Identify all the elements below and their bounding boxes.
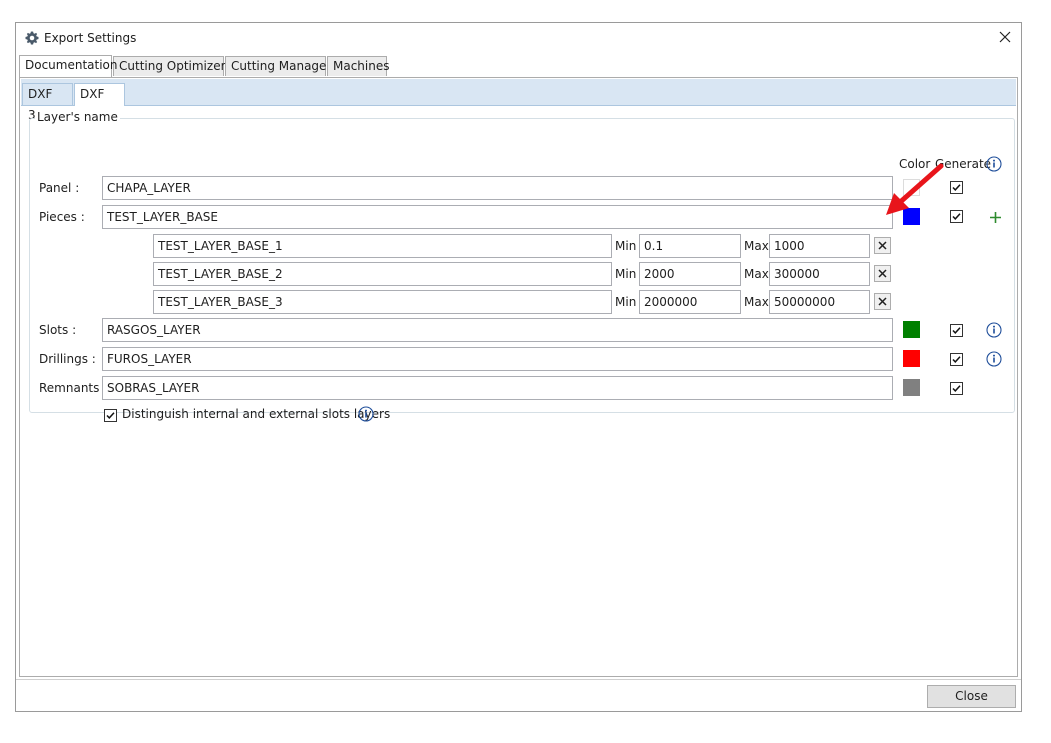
- close-icon: [999, 31, 1011, 43]
- remnants-label: Remnants :: [39, 381, 108, 395]
- remnants-layer-input[interactable]: SOBRAS_LAYER: [102, 376, 893, 400]
- remnants-generate-checkbox[interactable]: [950, 382, 963, 395]
- close-icon: [878, 241, 887, 250]
- pieces-label: Pieces :: [39, 210, 85, 224]
- sublayer-min-input[interactable]: 0.1: [639, 234, 741, 258]
- info-icon[interactable]: [986, 156, 1002, 172]
- close-icon: [878, 297, 887, 306]
- tab-dxf-2d[interactable]: DXF 2D: [74, 83, 125, 122]
- dialog-footer: Close: [16, 679, 1021, 712]
- max-label: Max: [744, 267, 769, 281]
- window-title: Export Settings: [44, 31, 137, 45]
- slots-label: Slots :: [39, 323, 77, 337]
- tab-cutting-manager[interactable]: Cutting Manager: [225, 56, 331, 76]
- remnants-color-swatch[interactable]: [903, 379, 920, 396]
- sublayer-max-input[interactable]: 300000: [769, 262, 870, 286]
- drillings-layer-input[interactable]: FUROS_LAYER: [102, 347, 893, 371]
- drillings-label: Drillings :: [39, 352, 96, 366]
- sub-tabs: DXF 3D DXF 2D: [21, 79, 1016, 122]
- tab-dxf-3d[interactable]: DXF 3D: [22, 83, 73, 122]
- close-button[interactable]: Close: [927, 685, 1016, 708]
- pieces-layer-input[interactable]: TEST_LAYER_BASE: [102, 205, 893, 229]
- sublayer-name-input[interactable]: TEST_LAYER_BASE_3: [153, 290, 612, 314]
- drillings-color-swatch[interactable]: [903, 350, 920, 367]
- title-bar: Export Settings: [16, 23, 1021, 54]
- panel-generate-checkbox[interactable]: [950, 181, 963, 194]
- sublayer-max-input[interactable]: 1000: [769, 234, 870, 258]
- sublayer-min-input[interactable]: 2000: [639, 262, 741, 286]
- info-icon[interactable]: [358, 406, 374, 422]
- documentation-panel: DXF 3D DXF 2D Layer's name Color Generat…: [19, 77, 1018, 677]
- info-icon[interactable]: [986, 322, 1002, 338]
- tab-machines[interactable]: Machines: [327, 56, 389, 76]
- min-label: Min: [615, 239, 637, 253]
- tab-documentation[interactable]: Documentation: [19, 55, 118, 77]
- max-label: Max: [744, 239, 769, 253]
- info-icon[interactable]: [986, 351, 1002, 367]
- group-title: Layer's name: [35, 110, 120, 124]
- remove-sublayer-button[interactable]: [874, 265, 891, 282]
- drillings-generate-checkbox[interactable]: [950, 353, 963, 366]
- slots-generate-checkbox[interactable]: [950, 324, 963, 337]
- sublayer-name-input[interactable]: TEST_LAYER_BASE_2: [153, 262, 612, 286]
- tab-cutting-optimizers[interactable]: Cutting Optimizers: [113, 56, 232, 76]
- gear-icon: [25, 31, 39, 45]
- slots-layer-input[interactable]: RASGOS_LAYER: [102, 318, 893, 342]
- max-label: Max: [744, 295, 769, 309]
- slots-color-swatch[interactable]: [903, 321, 920, 338]
- sublayer-max-input[interactable]: 50000000: [769, 290, 870, 314]
- min-label: Min: [615, 267, 637, 281]
- layers-group: Layer's name Color Generate Panel : CHAP…: [29, 110, 1015, 422]
- distinguish-slots-label: Distinguish internal and external slots …: [122, 407, 391, 421]
- annotation-arrow-icon: [886, 163, 944, 215]
- remove-sublayer-button[interactable]: [874, 293, 891, 310]
- sublayer-name-input[interactable]: TEST_LAYER_BASE_1: [153, 234, 612, 258]
- close-icon: [878, 269, 887, 278]
- sublayer-min-input[interactable]: 2000000: [639, 290, 741, 314]
- export-settings-window: Export Settings Documentation Cutting Op…: [15, 22, 1022, 712]
- pieces-generate-checkbox[interactable]: [950, 210, 963, 223]
- remove-sublayer-button[interactable]: [874, 237, 891, 254]
- add-sublayer-plus-icon[interactable]: [987, 209, 1004, 226]
- panel-label: Panel :: [39, 181, 80, 195]
- close-window-button[interactable]: [991, 23, 1019, 51]
- distinguish-slots-checkbox[interactable]: [104, 409, 117, 422]
- min-label: Min: [615, 295, 637, 309]
- panel-layer-input[interactable]: CHAPA_LAYER: [102, 176, 893, 200]
